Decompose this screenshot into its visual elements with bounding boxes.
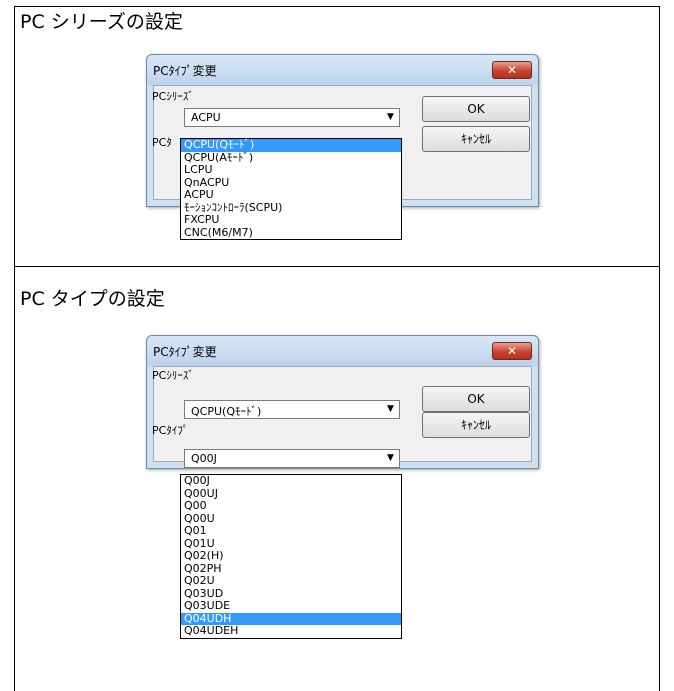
- series-combobox-value: QCPU(Qﾓｰﾄﾞ): [191, 405, 262, 418]
- dialog-titlebar: PCﾀｲﾌﾟ変更 ✕: [147, 336, 538, 366]
- dropdown-option[interactable]: Q00UJ: [181, 487, 401, 501]
- type-combobox[interactable]: Q00J ▼: [184, 449, 400, 468]
- pc-type-dialog-type: PCﾀｲﾌﾟ変更 ✕ PCｼﾘｰｽﾞ QCPU(Qﾓｰﾄﾞ) ▼ PCﾀｲﾌﾟ …: [146, 335, 539, 469]
- chevron-down-icon[interactable]: ▼: [383, 402, 398, 417]
- chevron-down-icon[interactable]: ▼: [383, 110, 398, 125]
- close-button[interactable]: ✕: [492, 61, 532, 79]
- series-combobox-value: ACPU: [191, 111, 221, 124]
- dropdown-option[interactable]: QCPU(Aﾓｰﾄﾞ): [181, 151, 401, 165]
- series-label: PCｼﾘｰｽﾞ: [152, 90, 194, 103]
- ok-button[interactable]: OK: [422, 386, 530, 412]
- page: PC シリーズの設定 PCﾀｲﾌﾟ変更 ✕ PCｼﾘｰｽﾞ ACPU ▼ PCﾀ…: [0, 0, 674, 691]
- dropdown-option[interactable]: Q00: [181, 499, 401, 513]
- section-divider: [14, 266, 659, 267]
- series-combobox[interactable]: QCPU(Qﾓｰﾄﾞ) ▼: [184, 400, 400, 419]
- dropdown-option[interactable]: Q04UDEH: [181, 624, 401, 638]
- dialog-title: PCﾀｲﾌﾟ変更: [153, 64, 217, 78]
- type-dropdown-list: Q00J Q00UJ Q00 Q00U Q01 Q01U Q02(H) Q02PH Q02U Q0…: [180, 474, 402, 639]
- dropdown-option[interactable]: Q00J: [181, 474, 401, 488]
- dropdown-option[interactable]: Q00U: [181, 512, 401, 526]
- cancel-button[interactable]: ｷｬﾝｾﾙ: [422, 412, 530, 438]
- type-combobox-value: Q00J: [191, 452, 217, 465]
- ok-button[interactable]: OK: [422, 96, 530, 122]
- dropdown-option[interactable]: Q03UDE: [181, 599, 401, 613]
- dropdown-option[interactable]: Q02(H): [181, 549, 401, 563]
- dropdown-option[interactable]: LCPU: [181, 163, 401, 177]
- series-dropdown-list: QCPU(Qﾓｰﾄﾞ) QCPU(Aﾓｰﾄﾞ) LCPU QnACPU ACPU ﾓｰｼｮ…: [180, 138, 402, 240]
- dropdown-option[interactable]: FXCPU: [181, 213, 401, 227]
- section-heading-type: PC タイプの設定: [20, 288, 165, 310]
- close-icon: ✕: [506, 63, 518, 77]
- close-button[interactable]: ✕: [492, 342, 532, 360]
- dropdown-option[interactable]: Q01: [181, 524, 401, 538]
- dropdown-option[interactable]: Q02U: [181, 574, 401, 588]
- type-label: PCﾀｲﾌﾟ: [152, 424, 189, 437]
- series-combobox[interactable]: ACPU ▼: [184, 108, 400, 127]
- series-label: PCｼﾘｰｽﾞ: [152, 369, 194, 382]
- dialog-client-area: PCｼﾘｰｽﾞ QCPU(Qﾓｰﾄﾞ) ▼ PCﾀｲﾌﾟ Q00J ▼ OK ｷ…: [152, 366, 532, 468]
- type-label: PCﾀ: [152, 136, 172, 149]
- dialog-titlebar: PCﾀｲﾌﾟ変更 ✕: [147, 55, 538, 85]
- dropdown-option[interactable]: QnACPU: [181, 176, 401, 190]
- section-heading-series: PC シリーズの設定: [20, 11, 183, 33]
- close-icon: ✕: [506, 344, 518, 358]
- dropdown-option[interactable]: QCPU(Qﾓｰﾄﾞ): [181, 138, 401, 152]
- cancel-button[interactable]: ｷｬﾝｾﾙ: [422, 126, 530, 152]
- chevron-down-icon[interactable]: ▼: [383, 451, 398, 466]
- dropdown-option[interactable]: CNC(M6/M7): [181, 226, 401, 240]
- dropdown-option[interactable]: ACPU: [181, 188, 401, 202]
- dialog-title: PCﾀｲﾌﾟ変更: [153, 345, 217, 359]
